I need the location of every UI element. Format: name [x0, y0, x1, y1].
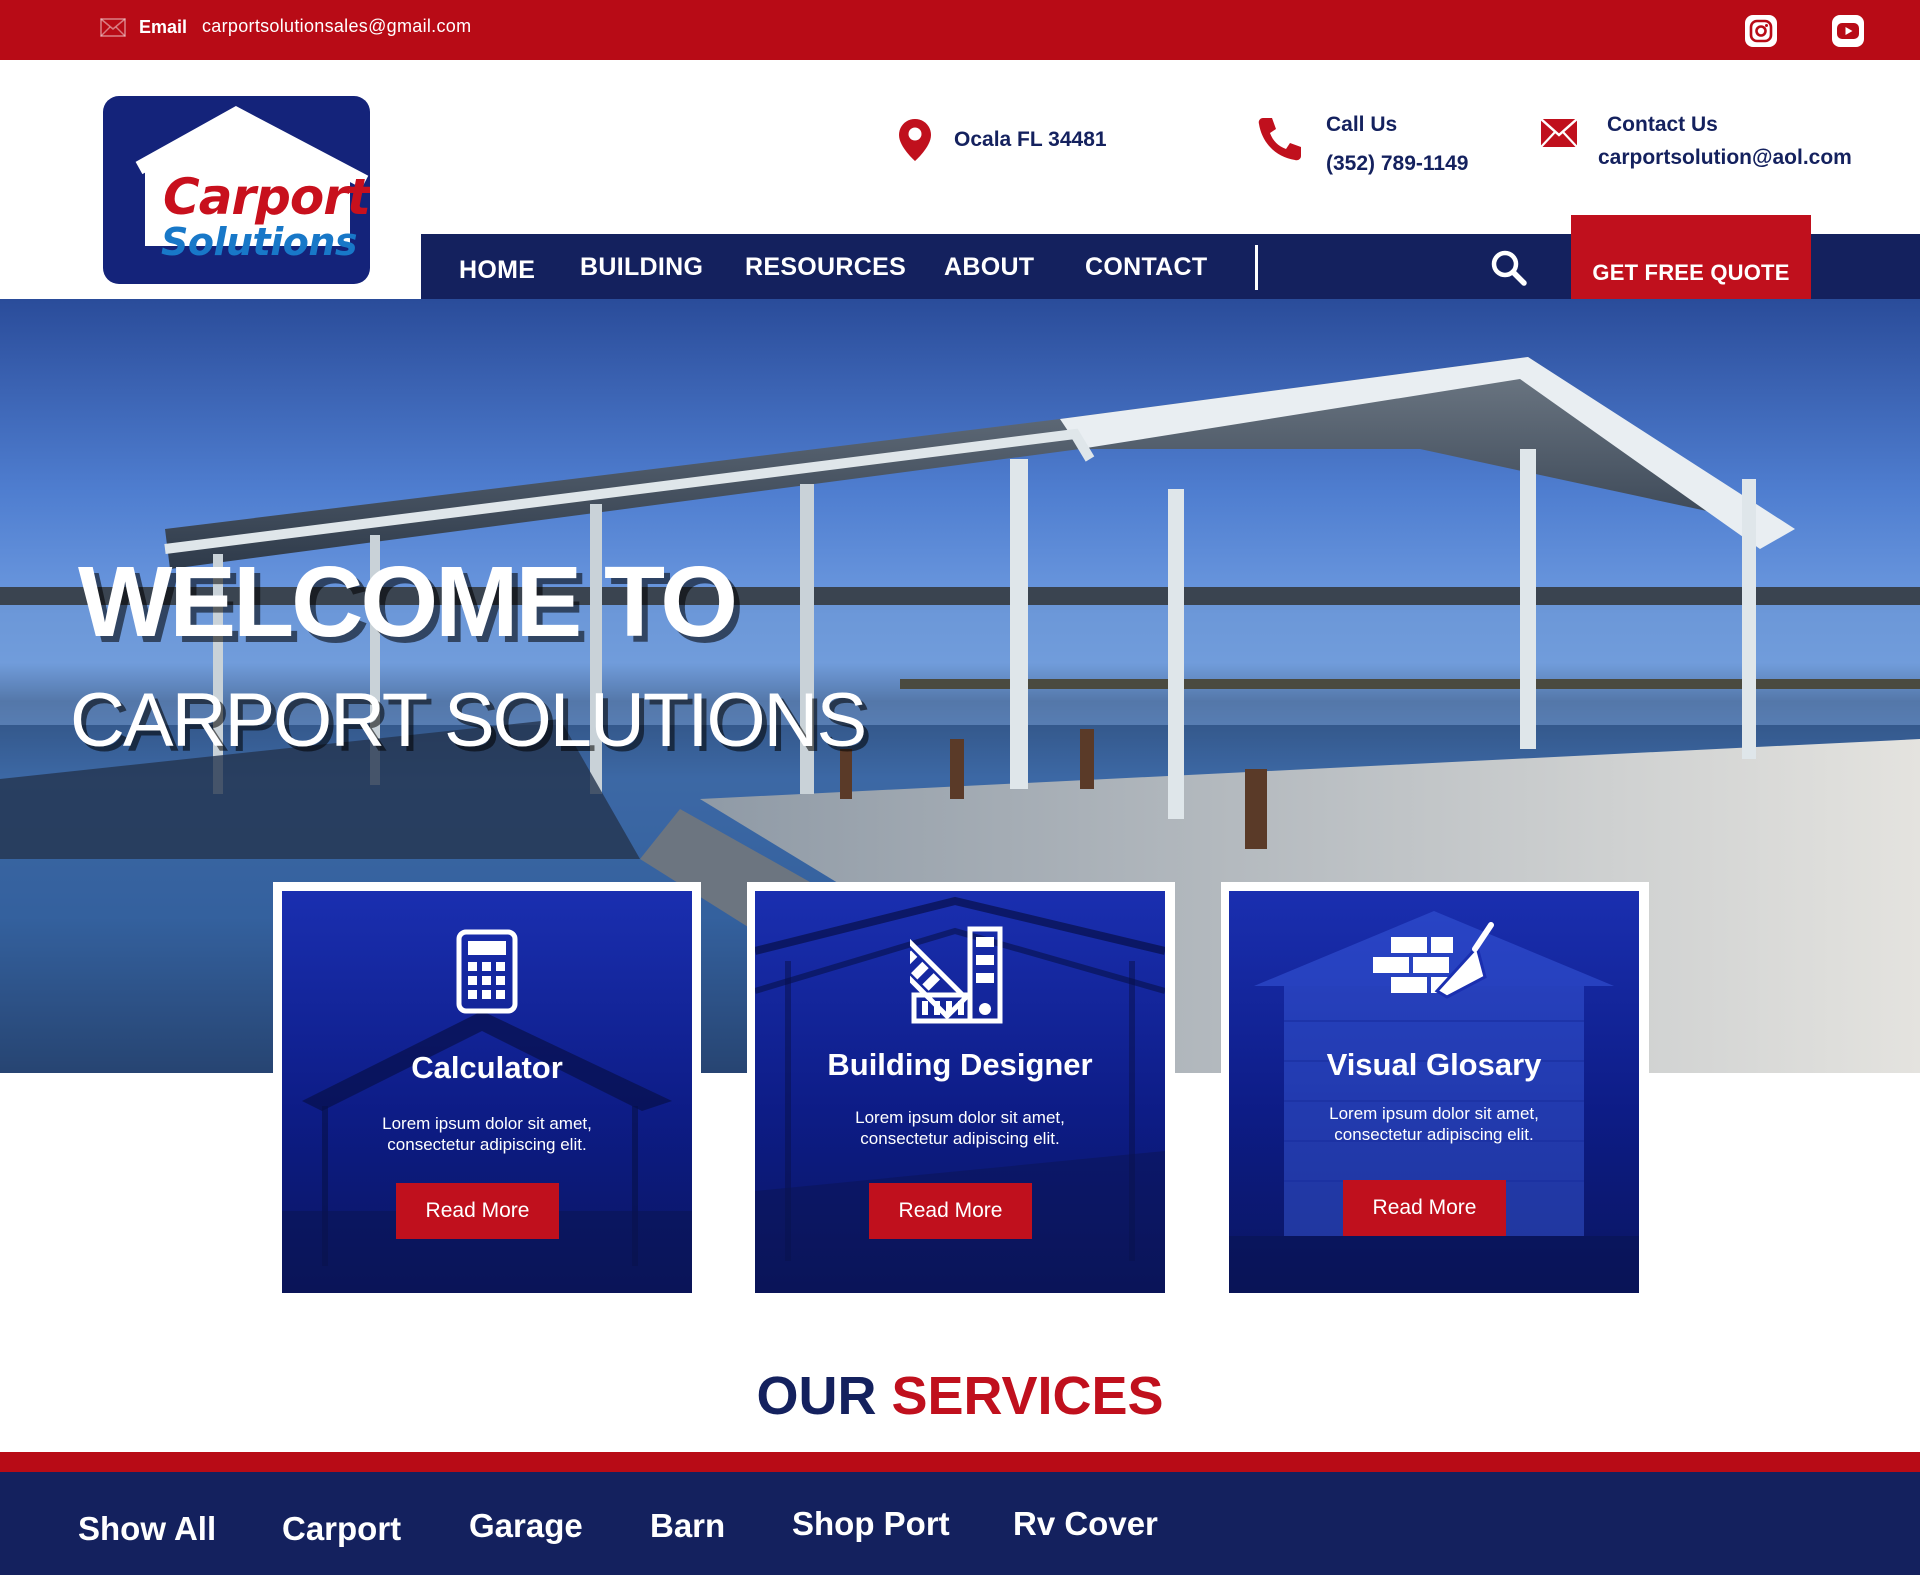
- card-text: Lorem ipsum dolor sit amet, consectetur …: [1329, 1104, 1539, 1144]
- top-bar: Email carportsolutionsales@gmail.com: [0, 0, 1920, 60]
- contact-us-label: Contact Us: [1607, 113, 1718, 136]
- envelope-icon: [1540, 118, 1578, 148]
- filter-tab-rv-cover[interactable]: Rv Cover: [1013, 1505, 1158, 1543]
- card-text: Lorem ipsum dolor sit amet, consectetur …: [382, 1114, 592, 1154]
- swatch-icon: [755, 925, 1165, 1025]
- map-pin-icon: [899, 119, 931, 161]
- hero-title-welcome: WELCOME TO: [78, 546, 738, 658]
- phone-icon: [1258, 118, 1301, 161]
- address-text: Ocala FL 34481: [954, 128, 1107, 151]
- calculator-icon: [282, 929, 692, 1014]
- filter-tab-barn[interactable]: Barn: [650, 1507, 725, 1545]
- hero-title-company: CARPORT SOLUTIONS: [70, 678, 867, 763]
- feature-card-calculator: Calculator Lorem ipsum dolor sit amet, c…: [282, 891, 692, 1293]
- services-heading-services: SERVICES: [891, 1366, 1164, 1426]
- nav-contact[interactable]: CONTACT: [1085, 253, 1207, 282]
- card-title: Calculator: [411, 1050, 563, 1085]
- call-us-label: Call Us: [1326, 113, 1398, 136]
- nav-home[interactable]: HOME: [459, 256, 535, 285]
- youtube-icon[interactable]: [1832, 15, 1864, 47]
- services-red-strip: [0, 1452, 1920, 1472]
- email-link[interactable]: carportsolutionsales@gmail.com: [202, 16, 471, 37]
- read-more-button[interactable]: Read More: [396, 1183, 559, 1239]
- contact-email-link[interactable]: carportsolution@aol.com: [1598, 146, 1852, 170]
- card-text: Lorem ipsum dolor sit amet, consectetur …: [855, 1108, 1065, 1148]
- feature-card-visual-glosary: Visual Glosary Lorem ipsum dolor sit ame…: [1229, 891, 1639, 1293]
- card-title: Building Designer: [827, 1047, 1093, 1082]
- email-label: Email: [139, 17, 188, 37]
- logo-text-carport: Carport: [163, 168, 370, 226]
- mail-icon: [100, 18, 126, 37]
- nav-divider: [1255, 245, 1258, 290]
- filter-tab-carport[interactable]: Carport: [282, 1510, 401, 1548]
- filter-tab-shop-port[interactable]: Shop Port: [792, 1505, 950, 1543]
- filter-tab-show-all[interactable]: Show All: [78, 1510, 216, 1548]
- services-heading-our: OUR: [756, 1366, 877, 1426]
- feature-card-building-designer: Building Designer Lorem ipsum dolor sit …: [755, 891, 1165, 1293]
- read-more-button[interactable]: Read More: [869, 1183, 1032, 1239]
- nav-about[interactable]: ABOUT: [944, 253, 1034, 282]
- card-title: Visual Glosary: [1326, 1047, 1542, 1082]
- site-logo[interactable]: Carport Solutions: [103, 96, 370, 284]
- brick-trowel-icon: [1229, 921, 1639, 1003]
- logo-text-solutions: Solutions: [161, 220, 358, 264]
- search-icon[interactable]: [1490, 249, 1528, 287]
- read-more-button[interactable]: Read More: [1343, 1180, 1506, 1236]
- phone-number-link[interactable]: (352) 789-1149: [1326, 152, 1468, 176]
- filter-tab-garage[interactable]: Garage: [469, 1507, 583, 1545]
- services-heading: OUR SERVICES: [0, 1365, 1920, 1427]
- nav-resources[interactable]: RESOURCES: [745, 253, 906, 282]
- instagram-icon[interactable]: [1745, 15, 1777, 47]
- nav-building[interactable]: BUILDING: [580, 253, 703, 282]
